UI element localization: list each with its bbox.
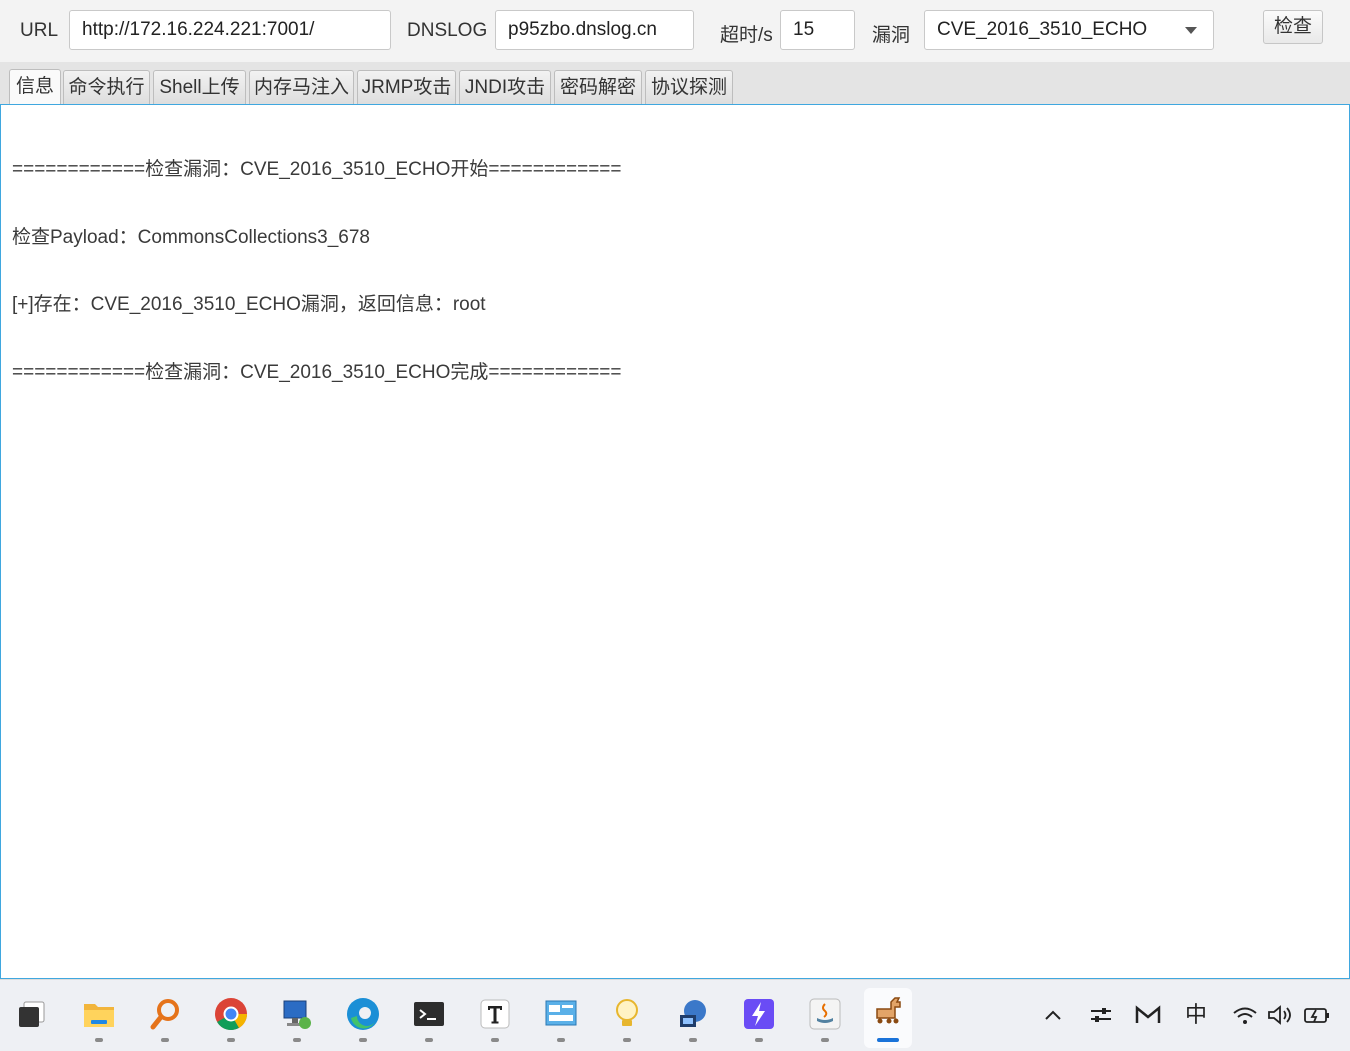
running-indicator <box>359 1038 367 1042</box>
running-indicator <box>95 1038 103 1042</box>
taskbar-app[interactable] <box>471 992 519 1048</box>
top-form-bar: URL DNSLOG 超时/s 漏洞 CVE_2016_3510_ECHO 检查 <box>0 0 1350 62</box>
running-indicator <box>227 1038 235 1042</box>
tab-password-decrypt[interactable]: 密码解密 <box>554 70 642 105</box>
log-line: [+]存在：CVE_2016_3510_ECHO漏洞，返回信息：root <box>12 294 486 315</box>
taskbar-app[interactable] <box>801 992 849 1048</box>
tab-jndi-attack[interactable]: JNDI攻击 <box>459 70 551 105</box>
running-indicator <box>161 1038 169 1042</box>
taskbar-app[interactable] <box>8 992 56 1048</box>
url-label: URL <box>20 20 59 41</box>
vuln-select[interactable]: CVE_2016_3510_ECHO <box>924 10 1214 50</box>
chevron-down-icon <box>1185 26 1197 34</box>
search-tool-icon <box>150 999 179 1030</box>
taskbar-app[interactable] <box>405 992 453 1048</box>
taskbar-app[interactable] <box>603 992 651 1048</box>
tab-protocol-detect[interactable]: 协议探测 <box>645 70 733 105</box>
monitor-app-icon <box>545 1000 577 1026</box>
trojan-horse-icon <box>876 997 901 1024</box>
edge-icon <box>347 998 379 1030</box>
running-indicator <box>425 1038 433 1042</box>
taskbar: 中 <box>0 979 1350 1051</box>
running-indicator <box>755 1038 763 1042</box>
chrome-icon <box>215 998 248 1031</box>
vuln-select-value: CVE_2016_3510_ECHO <box>937 19 1148 40</box>
tab-jrmp-attack[interactable]: JRMP攻击 <box>357 70 456 105</box>
chevron-up-icon[interactable] <box>1040 1000 1066 1030</box>
ime-indicator[interactable]: 中 <box>1182 1000 1210 1030</box>
taskbar-app[interactable] <box>537 992 585 1048</box>
taskbar-app[interactable] <box>339 992 387 1048</box>
settings-sliders-icon[interactable] <box>1087 1000 1115 1030</box>
battery-charging-icon[interactable] <box>1302 1000 1332 1030</box>
log-line: ============检查漏洞：CVE_2016_3510_ECHO开始===… <box>12 159 622 180</box>
network-tool-icon <box>680 1000 706 1027</box>
gmail-icon[interactable] <box>1134 1000 1162 1030</box>
running-indicator <box>821 1038 829 1042</box>
tab-command-exec[interactable]: 命令执行 <box>63 70 150 105</box>
taskbar-app[interactable] <box>669 992 717 1048</box>
lightning-app-icon <box>744 999 774 1029</box>
output-panel[interactable]: ============检查漏洞：CVE_2016_3510_ECHO开始===… <box>0 104 1350 979</box>
terminal-icon <box>414 1002 444 1026</box>
timeout-label: 超时/s <box>720 25 773 46</box>
volume-icon[interactable] <box>1266 1000 1294 1030</box>
taskbar-app[interactable] <box>735 992 783 1048</box>
tab-memshell-inject[interactable]: 内存马注入 <box>249 70 354 105</box>
log-line: ============检查漏洞：CVE_2016_3510_ECHO完成===… <box>12 361 622 383</box>
log-line: 检查Payload：CommonsCollections3_678 <box>12 226 371 248</box>
running-indicator <box>293 1038 301 1042</box>
remote-desktop-icon <box>283 1000 311 1029</box>
taskbar-app[interactable] <box>273 992 321 1048</box>
url-input[interactable] <box>69 10 391 50</box>
dnslog-input[interactable] <box>495 10 694 50</box>
active-indicator <box>877 1038 899 1042</box>
running-indicator <box>491 1038 499 1042</box>
vuln-label: 漏洞 <box>872 25 911 46</box>
file-explorer-icon <box>84 1004 114 1027</box>
tab-info[interactable]: 信息 <box>9 69 61 106</box>
taskbar-app[interactable] <box>207 992 255 1048</box>
check-button[interactable]: 检查 <box>1263 10 1323 44</box>
taskbar-app[interactable] <box>75 992 123 1048</box>
wifi-icon[interactable] <box>1230 1000 1260 1030</box>
timeout-input[interactable] <box>780 10 855 50</box>
java-icon <box>809 998 841 1030</box>
running-indicator <box>689 1038 697 1042</box>
taskbar-app-active[interactable] <box>864 988 912 1048</box>
running-indicator <box>623 1038 631 1042</box>
dnslog-label: DNSLOG <box>407 20 488 41</box>
tab-bar: 信息 命令执行 Shell上传 内存马注入 JRMP攻击 JNDI攻击 密码解密… <box>0 62 1350 106</box>
task-view-icon <box>19 1001 45 1027</box>
typora-icon <box>480 999 510 1029</box>
running-indicator <box>557 1038 565 1042</box>
tab-shell-upload[interactable]: Shell上传 <box>153 70 246 105</box>
taskbar-app[interactable] <box>141 992 189 1048</box>
lightbulb-app-icon <box>616 999 638 1026</box>
output-log: ============检查漏洞：CVE_2016_3510_ECHO开始===… <box>12 114 622 429</box>
